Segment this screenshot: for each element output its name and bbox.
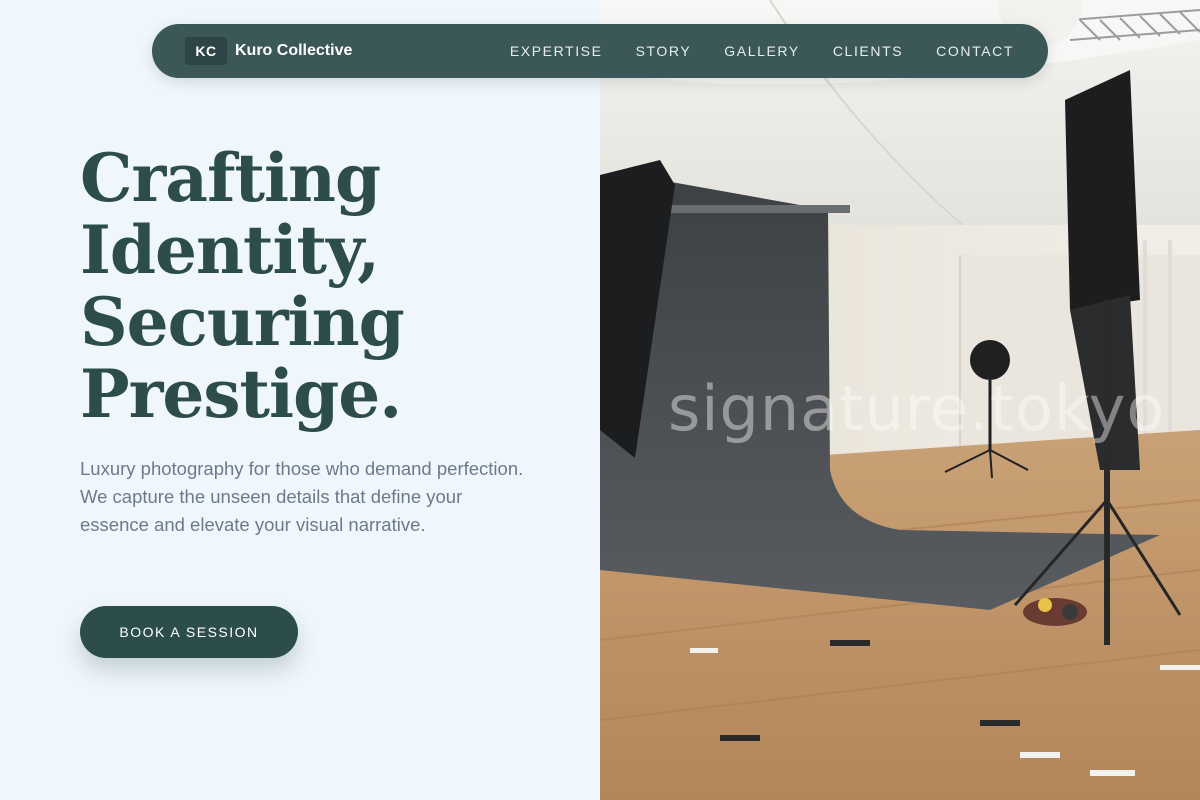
nav-link-story[interactable]: STORY	[636, 43, 692, 59]
headline-line-4: Prestige.	[80, 355, 402, 433]
hero-headline: Crafting Identity, Securing Prestige.	[80, 142, 560, 430]
nav-link-gallery[interactable]: GALLERY	[724, 43, 800, 59]
brand-logo-link[interactable]: KC Kuro Collective	[185, 37, 352, 65]
nav-links: EXPERTISE STORY GALLERY CLIENTS CONTACT	[510, 43, 1014, 59]
headline-line-1: Crafting	[80, 139, 381, 217]
headline-line-3: Securing	[80, 283, 405, 361]
brand-name: Kuro Collective	[235, 42, 353, 59]
nav-link-clients[interactable]: CLIENTS	[833, 43, 903, 59]
top-navigation-bar: KC Kuro Collective EXPERTISE STORY GALLE…	[152, 24, 1048, 78]
hero-studio-photo: signature.tokyo	[600, 0, 1200, 800]
nav-link-contact[interactable]: CONTACT	[936, 43, 1014, 59]
nav-link-expertise[interactable]: EXPERTISE	[510, 43, 603, 59]
hero-description: Luxury photography for those who demand …	[80, 458, 524, 535]
logo-mark: KC	[185, 37, 227, 65]
book-session-button[interactable]: BOOK A SESSION	[80, 606, 298, 658]
headline-line-2: Identity,	[80, 211, 380, 289]
watermark-text: signature.tokyo	[668, 372, 1166, 445]
